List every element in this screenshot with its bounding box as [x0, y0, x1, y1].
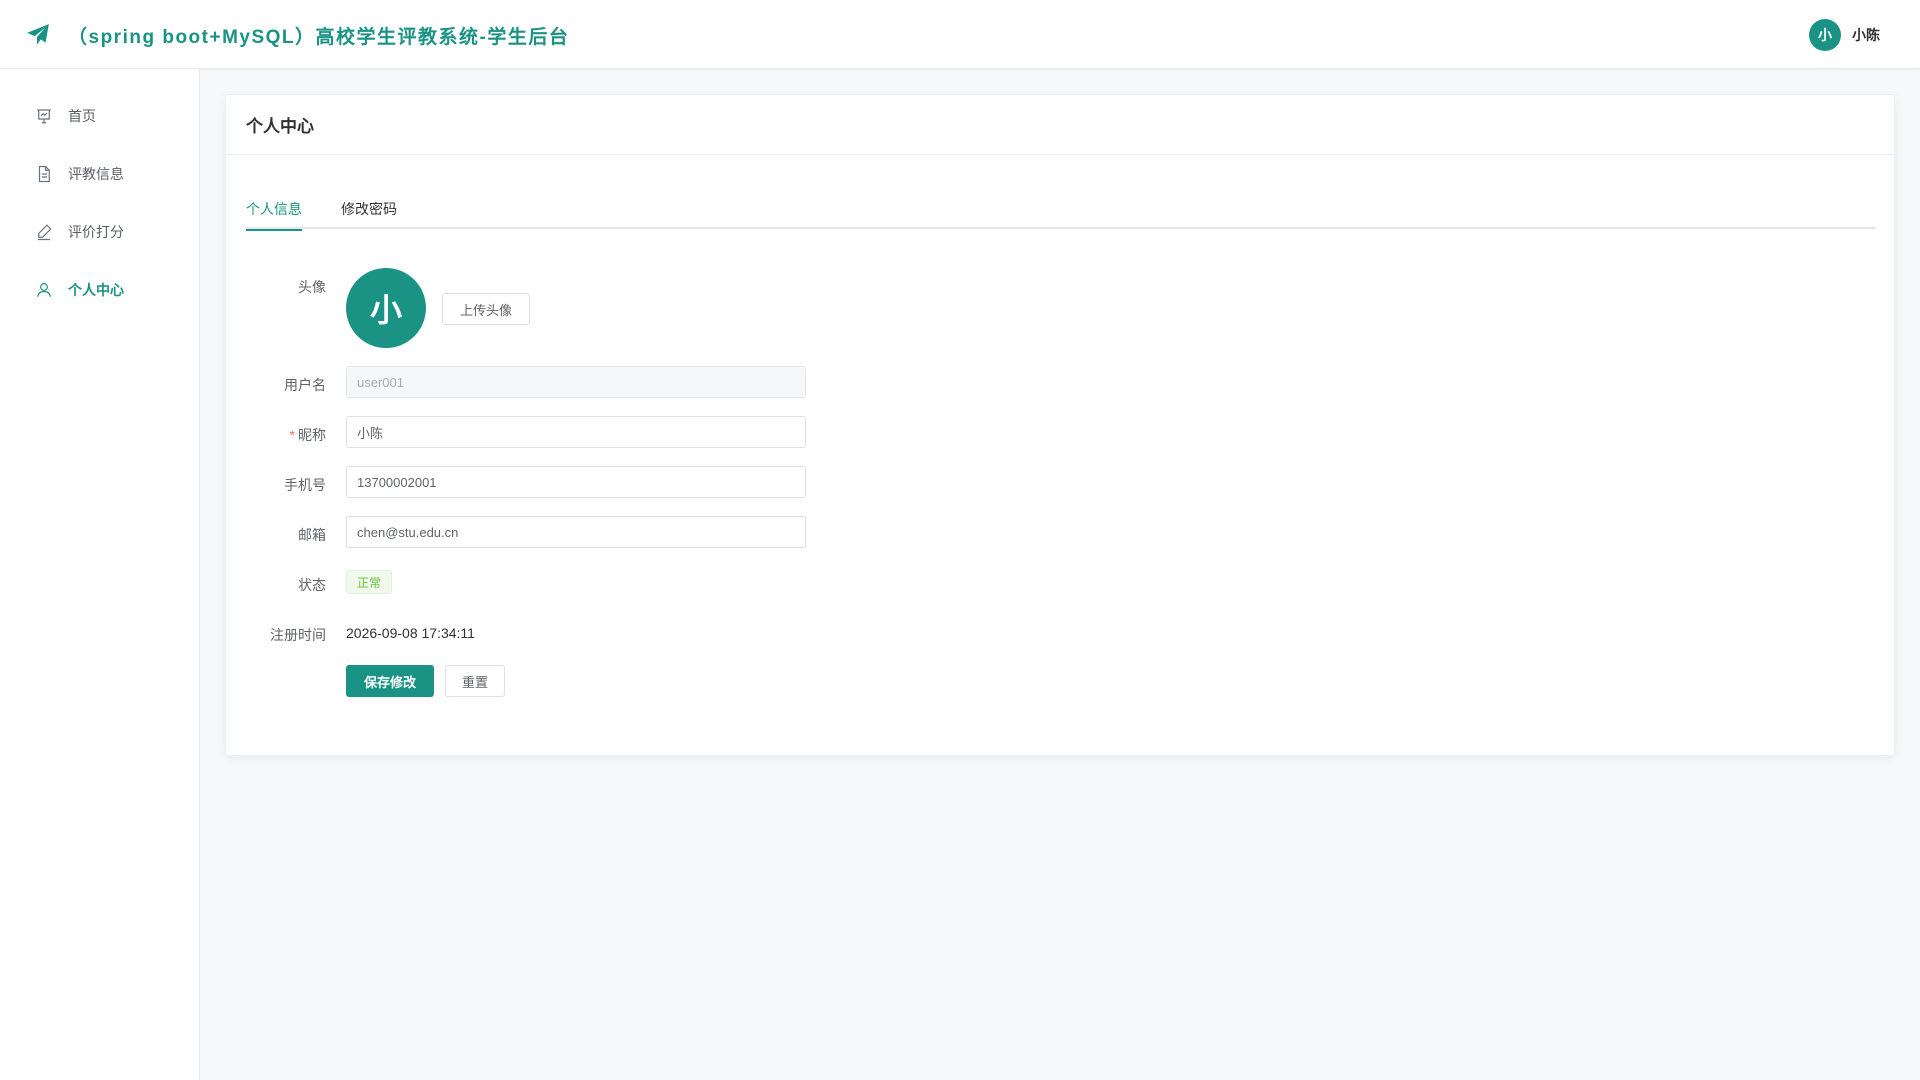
profile-avatar: 小	[346, 268, 426, 348]
avatar-label: 头像	[298, 279, 326, 295]
sidebar-item-label: 评价打分	[68, 224, 124, 240]
tab-change-password[interactable]: 修改密码	[341, 201, 397, 229]
avatar[interactable]: 小	[1809, 19, 1841, 51]
card-header: 个人中心	[226, 95, 1894, 155]
personal-center-card: 个人中心 个人信息 修改密码 头像 小 上传头像 用户名 *昵称 手机号 邮箱 …	[225, 94, 1895, 756]
sidebar-item-label: 个人中心	[68, 282, 124, 298]
tabs: 个人信息 修改密码	[246, 201, 1876, 231]
nickname-label: * 昵称	[226, 425, 326, 445]
email-field[interactable]	[346, 516, 806, 548]
status-badge: 正常	[346, 570, 393, 594]
user-name[interactable]: 小陈	[1852, 25, 1880, 45]
required-marker: *	[289, 427, 295, 443]
top-header: （spring boot+MySQL）高校学生评教系统-学生后台 小 小陈	[0, 0, 1920, 69]
register-time-value: 2026-09-08 17:34:11	[346, 625, 475, 641]
upload-avatar-button[interactable]: 上传头像	[442, 293, 530, 325]
sidebar-item-label: 评教信息	[68, 166, 124, 182]
sidebar: 首页 评教信息 评价打分 个人中心	[0, 69, 200, 1080]
document-icon	[38, 165, 50, 183]
phone-label: 手机号	[284, 477, 326, 493]
dashboard-icon	[37, 109, 51, 124]
sidebar-item-rating[interactable]: 评价打分	[0, 203, 199, 261]
user-icon	[37, 283, 51, 297]
app-title: （spring boot+MySQL）高校学生评教系统-学生后台	[68, 27, 570, 48]
edit-pen-icon	[38, 224, 52, 241]
page-title: 个人中心	[246, 117, 314, 136]
sidebar-item-personal-center[interactable]: 个人中心	[0, 261, 199, 319]
save-button[interactable]: 保存修改	[346, 665, 434, 697]
phone-field[interactable]	[346, 466, 806, 498]
tab-personal-info[interactable]: 个人信息	[246, 201, 302, 231]
status-label: 状态	[298, 577, 326, 593]
register-time-label: 注册时间	[270, 627, 326, 643]
username-label: 用户名	[284, 377, 326, 393]
reset-button[interactable]: 重置	[445, 665, 505, 697]
nickname-label-text: 昵称	[298, 427, 326, 443]
user-menu[interactable]: 小 小陈	[1809, 19, 1880, 51]
sidebar-item-home[interactable]: 首页	[0, 87, 199, 145]
sidebar-item-label: 首页	[68, 108, 96, 124]
paper-plane-icon	[27, 24, 49, 45]
username-field	[346, 366, 806, 398]
sidebar-item-evaluation-info[interactable]: 评教信息	[0, 145, 199, 203]
nickname-field[interactable]	[346, 416, 806, 448]
email-label: 邮箱	[298, 527, 326, 543]
